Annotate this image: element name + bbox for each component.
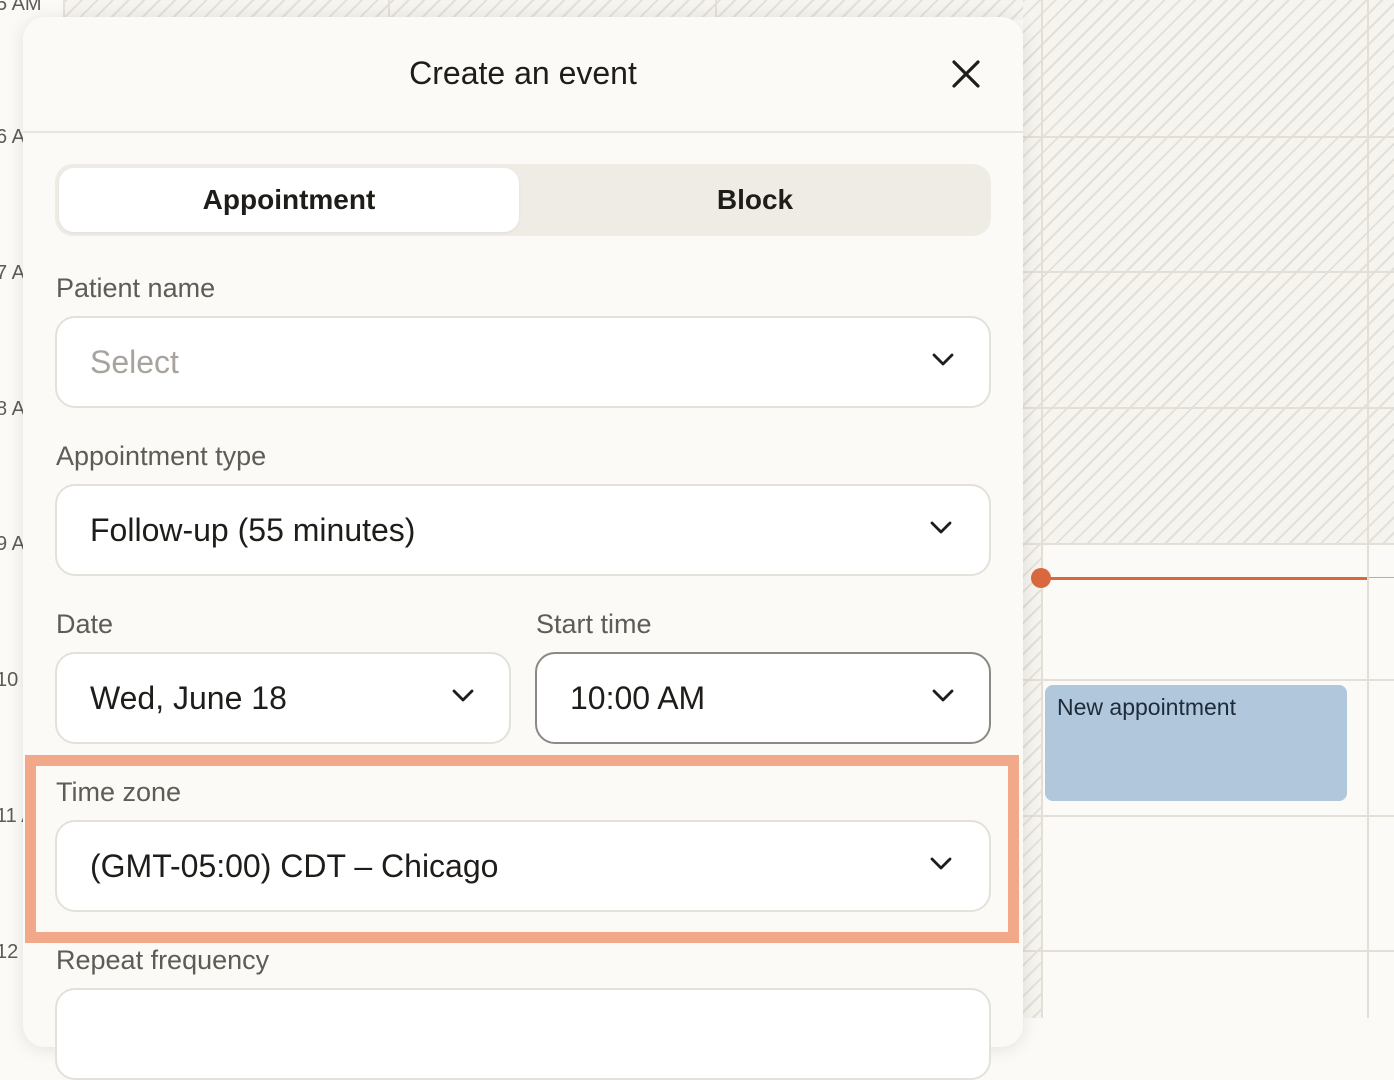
hour-label: 5 AM [0,0,42,15]
chevron-down-icon [932,689,954,702]
current-time-line-extension [1369,577,1394,578]
hour-grid-line [1023,407,1394,409]
day-column-divider [1367,0,1369,1018]
day-column-divider [1041,0,1043,1018]
date-value: Wed, June 18 [90,680,287,716]
patient-name-select[interactable]: Select [55,316,991,408]
time-zone-label: Time zone [56,777,182,807]
appointment-block-label: New appointment [1057,694,1236,720]
patient-name-label: Patient name [56,273,216,303]
start-time-label: Start time [536,609,652,639]
start-time-select[interactable]: 10:00 AM [535,652,991,744]
patient-name-placeholder: Select [90,344,179,380]
hour-grid-line [1023,136,1394,138]
repeat-frequency-select[interactable] [55,988,991,1080]
chevron-down-icon [932,353,954,366]
chevron-down-icon [930,857,952,870]
date-select[interactable]: Wed, June 18 [55,652,511,744]
current-time-line [1041,577,1367,580]
event-type-toggle: Appointment Block [55,164,991,236]
modal-title: Create an event [409,55,637,91]
appointment-type-value: Follow-up (55 minutes) [90,512,416,548]
time-zone-value: (GMT-05:00) CDT – Chicago [90,848,499,884]
modal-header: Create an event [23,17,1023,133]
chevron-down-icon [930,521,952,534]
start-time-value: 10:00 AM [570,680,706,716]
time-zone-select[interactable]: (GMT-05:00) CDT – Chicago [55,820,991,912]
tab-block[interactable]: Block [523,168,987,232]
appointment-type-select[interactable]: Follow-up (55 minutes) [55,484,991,576]
new-appointment-block[interactable]: New appointment [1045,685,1347,801]
hour-grid-line [1023,543,1394,545]
hour-grid-line [1023,815,1394,817]
tab-appointment[interactable]: Appointment [59,168,519,232]
close-icon [952,60,980,88]
date-label: Date [56,609,114,639]
unavailable-slot [1023,544,1041,1018]
create-event-modal: Create an event Appointment Block Patien… [23,17,1023,1080]
repeat-frequency-label: Repeat frequency [56,945,270,975]
current-time-indicator [1031,568,1051,588]
appointment-type-label: Appointment type [56,441,267,471]
close-button[interactable] [947,55,985,93]
hour-grid-line [1023,271,1394,273]
hour-grid-line [1023,679,1394,681]
chevron-down-icon [452,689,474,702]
hour-grid-line [1023,950,1394,952]
